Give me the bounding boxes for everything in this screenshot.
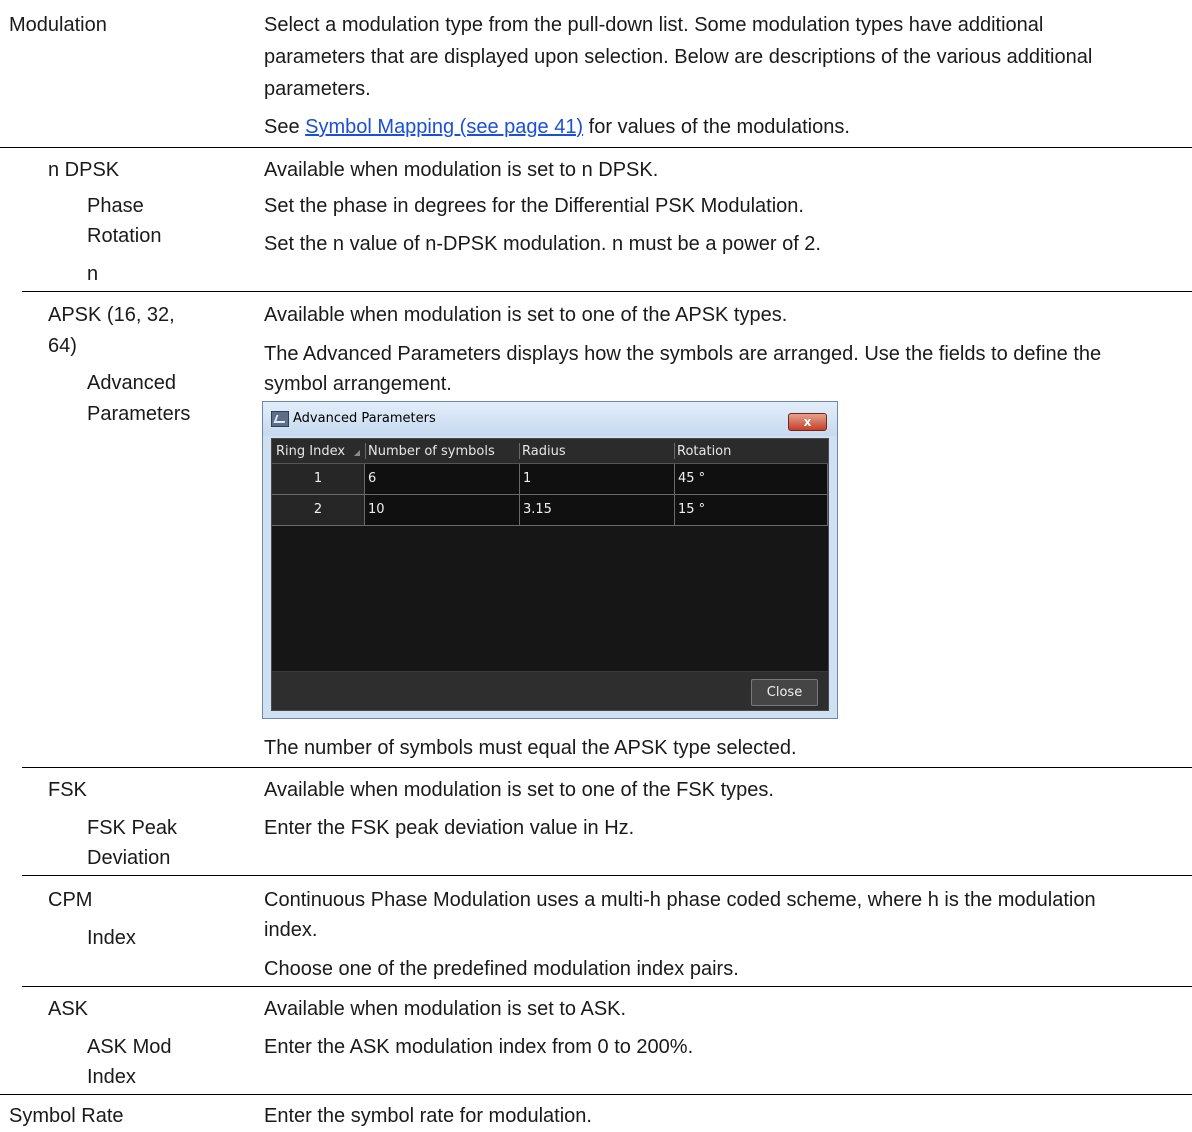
close-window-button[interactable]: x [788, 413, 827, 431]
ask-term: ASK [48, 998, 89, 1020]
divider [22, 291, 1192, 292]
modulation-desc-line-1: Select a modulation type from the pull-d… [264, 14, 1044, 36]
dialog-title-bar: Advanced Parameters x [263, 402, 837, 436]
modulation-term: Modulation [9, 14, 107, 36]
cpm-index-label: Index [87, 927, 136, 949]
modulation-desc-line-2: parameters that are displayed upon selec… [264, 46, 1093, 68]
ask-desc: Available when modulation is set to ASK. [264, 998, 627, 1020]
divider [0, 147, 1192, 148]
symbol-rate-term: Symbol Rate [9, 1105, 124, 1127]
ask-mod-desc: Enter the ASK modulation index from 0 to… [264, 1036, 694, 1058]
advanced-parameters-dialog: Advanced Parameters x Ring Index Number … [262, 401, 838, 719]
modulation-desc-line-3: parameters. [264, 78, 371, 100]
apsk-adv-desc-line-2: symbol arrangement. [264, 373, 452, 395]
modulation-see-line: See Symbol Mapping (see page 41) for val… [264, 115, 850, 139]
ask-mod-label-2: Index [87, 1066, 136, 1088]
divider [0, 1094, 1192, 1095]
ndpsk-desc: Available when modulation is set to n DP… [264, 159, 659, 181]
column-separator [674, 443, 675, 459]
close-icon: x [803, 415, 812, 429]
fsk-peak-label-1: FSK Peak [87, 817, 178, 839]
ask-mod-label-1: ASK Mod [87, 1036, 172, 1058]
divider [22, 986, 1192, 987]
apsk-term-line-1: APSK (16, 32, [48, 304, 175, 326]
apsk-desc: Available when modulation is set to one … [264, 304, 788, 326]
column-separator [519, 443, 520, 459]
symbol-mapping-link[interactable]: Symbol Mapping (see page 41) [305, 116, 583, 138]
cpm-desc-2: Choose one of the predefined modulation … [264, 958, 739, 980]
fsk-desc: Available when modulation is set to one … [264, 779, 774, 801]
column-number-of-symbols[interactable]: Number of symbols [368, 444, 495, 460]
ring-index-cell[interactable]: 1 [272, 464, 365, 495]
rotation-cell[interactable]: 45 ° [675, 464, 828, 495]
phase-rotation-label-1: Phase [87, 195, 144, 217]
fsk-peak-label-2: Deviation [87, 847, 171, 869]
cpm-term: CPM [48, 889, 93, 911]
sort-indicator-icon [354, 450, 360, 456]
apsk-after-note: The number of symbols must equal the APS… [264, 737, 797, 759]
number-of-symbols-cell[interactable]: 10 [365, 495, 520, 526]
see-suffix: for values of the modulations. [583, 116, 850, 138]
advanced-parameters-label-1: Advanced [87, 372, 176, 394]
cpm-desc-line-1: Continuous Phase Modulation uses a multi… [264, 889, 1096, 911]
grid-header: Ring Index Number of symbols Radius Rota… [272, 439, 828, 464]
advanced-parameters-label-2: Parameters [87, 403, 191, 425]
dialog-title: Advanced Parameters [293, 411, 436, 426]
divider [22, 767, 1192, 768]
symbol-rate-desc: Enter the symbol rate for modulation. [264, 1105, 592, 1127]
ndpsk-term: n DPSK [48, 159, 120, 181]
radius-cell[interactable]: 3.15 [520, 495, 675, 526]
symbol-grid: Ring Index Number of symbols Radius Rota… [271, 438, 829, 711]
apsk-term-line-2: 64) [48, 335, 77, 357]
fsk-term: FSK [48, 779, 87, 801]
column-ring-index[interactable]: Ring Index [276, 444, 345, 460]
phase-rotation-label-2: Rotation [87, 225, 162, 247]
dialog-footer: Close [272, 671, 828, 710]
column-separator [365, 443, 366, 459]
n-desc: Set the n value of n-DPSK modulation. n … [264, 233, 821, 255]
see-prefix: See [264, 116, 306, 138]
ring-index-cell[interactable]: 2 [272, 495, 365, 526]
column-rotation[interactable]: Rotation [677, 444, 731, 460]
cpm-desc-line-2: index. [264, 919, 318, 941]
n-label: n [87, 263, 99, 285]
rotation-cell[interactable]: 15 ° [675, 495, 828, 526]
divider [22, 875, 1192, 876]
radius-cell[interactable]: 1 [520, 464, 675, 495]
phase-rotation-desc: Set the phase in degrees for the Differe… [264, 195, 804, 217]
number-of-symbols-cell[interactable]: 6 [365, 464, 520, 495]
column-radius[interactable]: Radius [522, 444, 566, 460]
app-icon [271, 411, 289, 427]
apsk-adv-desc-line-1: The Advanced Parameters displays how the… [264, 343, 1102, 365]
close-button[interactable]: Close [751, 679, 818, 706]
fsk-peak-desc: Enter the FSK peak deviation value in Hz… [264, 817, 635, 839]
